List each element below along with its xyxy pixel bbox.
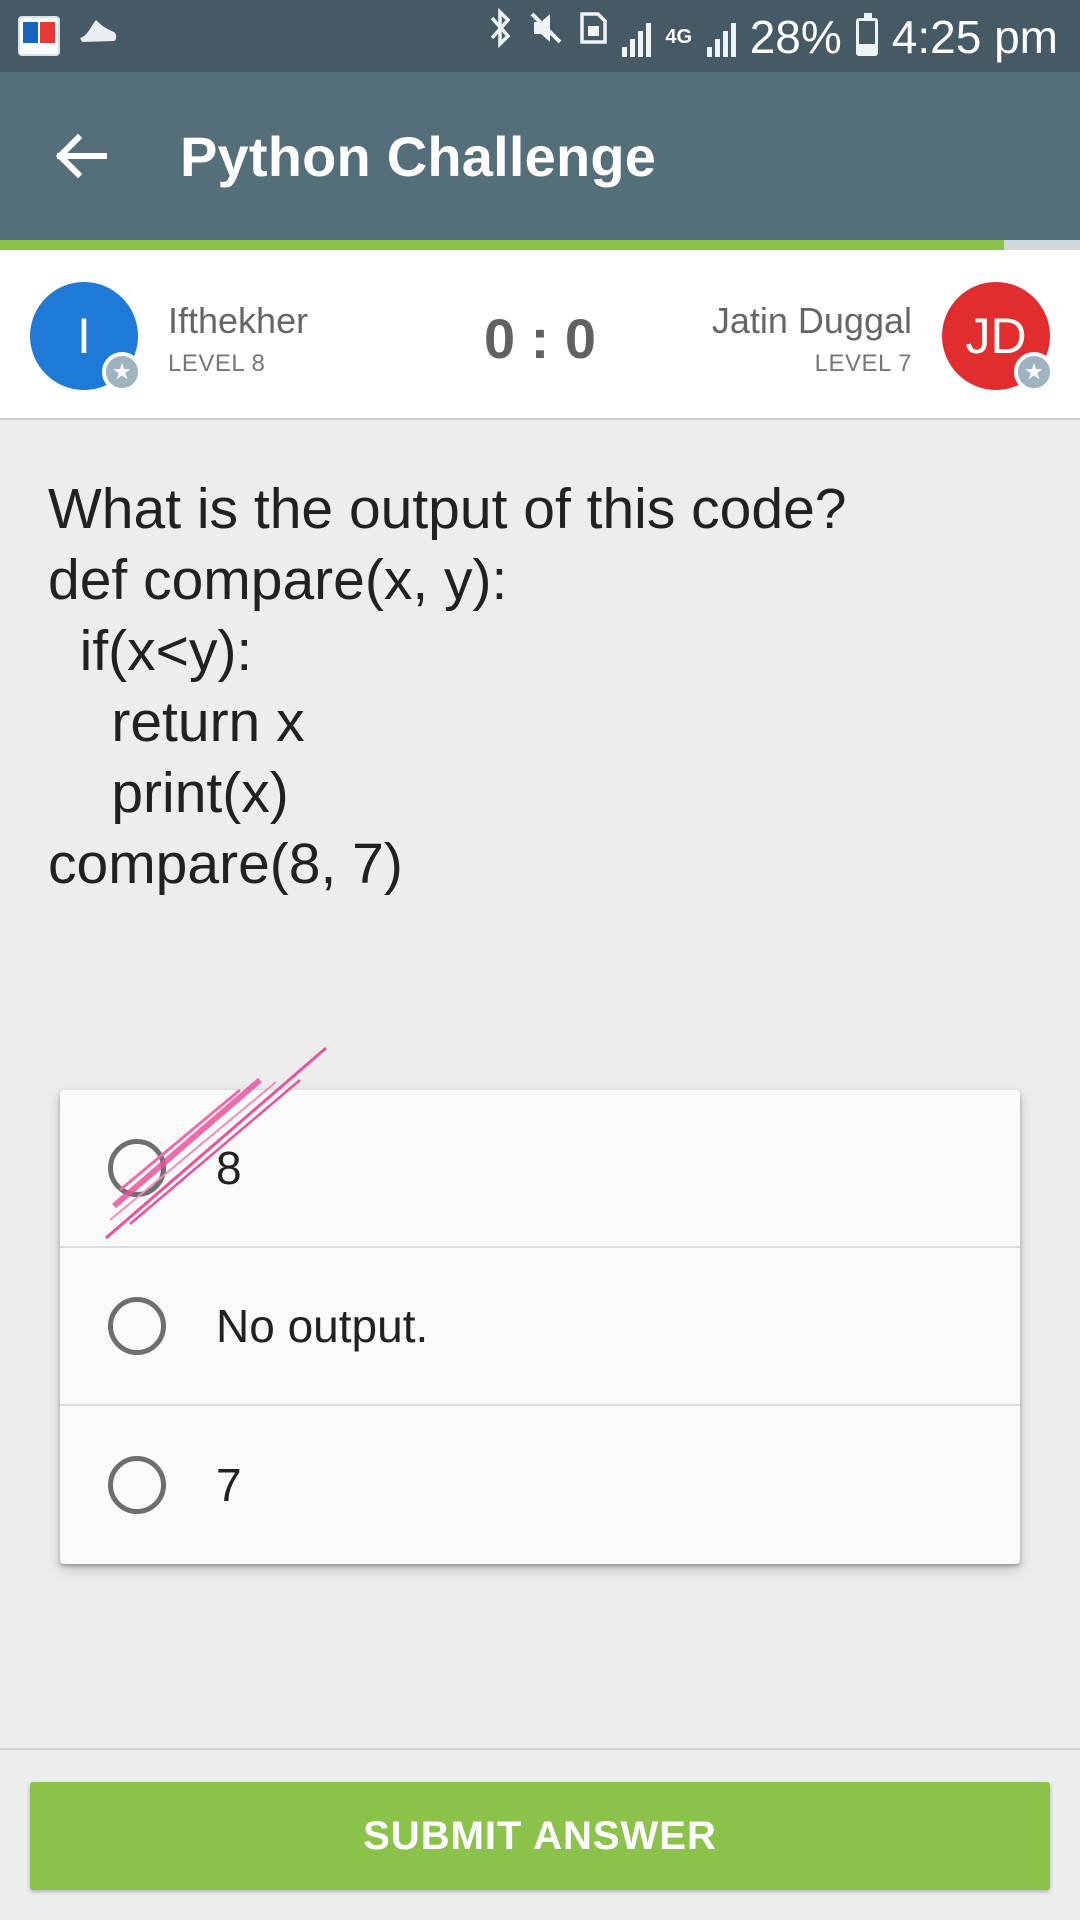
radio-button[interactable] [108, 1139, 166, 1197]
arrow-left-icon[interactable] [40, 116, 120, 196]
radio-button[interactable] [108, 1297, 166, 1355]
question-line: return x [48, 690, 305, 754]
page-title: Python Challenge [180, 125, 657, 188]
shoe-icon [78, 14, 118, 57]
question-line: print(x) [48, 761, 289, 825]
status-bar-left [18, 14, 118, 57]
question-line: def compare(x, y): [48, 548, 508, 612]
answer-option-label: No output. [216, 1300, 429, 1352]
book-app-icon [18, 15, 60, 56]
answer-options: 8 No output. 7 [60, 1090, 1020, 1564]
clock: 4:25 pm [891, 10, 1058, 63]
score: 0 : 0 [483, 307, 597, 370]
4g-icon: 4G [665, 25, 693, 48]
battery-icon [855, 12, 878, 56]
answer-option-2[interactable]: No output. [60, 1248, 1020, 1406]
mute-icon [528, 8, 564, 65]
players-header: I ★ Ifthekher LEVEL 8 0 : 0 Jatin Duggal… [0, 250, 1080, 420]
star-icon: ★ [1014, 352, 1054, 392]
signal-icon [621, 17, 651, 57]
challenge-progress-bar [0, 240, 1080, 250]
question-text: What is the output of this code? def com… [48, 474, 1038, 900]
app-bar: Python Challenge [0, 72, 1080, 240]
player-right-name: Jatin Duggal [711, 300, 912, 341]
question-line: if(x<y): [48, 619, 253, 683]
player-right-initial: JD [965, 308, 1027, 364]
signal-icon-2 [706, 17, 736, 57]
question-line: What is the output of this code? [48, 477, 847, 541]
answer-option-1[interactable]: 8 [60, 1090, 1020, 1248]
battery-fill [858, 43, 875, 53]
submit-answer-button[interactable]: SUBMIT ANSWER [30, 1782, 1050, 1890]
status-bar-right: 4G 28% 4:25 pm [488, 7, 1058, 65]
answer-option-label: 7 [216, 1459, 242, 1511]
answer-option-label: 8 [216, 1142, 242, 1194]
player-right-level: LEVEL 7 [814, 350, 912, 377]
answer-option-3[interactable]: 7 [60, 1406, 1020, 1564]
challenge-progress-fill [0, 240, 1005, 250]
radio-button[interactable] [108, 1456, 166, 1514]
bluetooth-icon [488, 7, 514, 65]
divider [0, 1748, 1080, 1750]
sim-icon [578, 8, 608, 65]
player-right-avatar[interactable]: JD ★ [942, 282, 1054, 392]
status-bar: 4G 28% 4:25 pm [0, 0, 1080, 72]
question-line: compare(8, 7) [48, 832, 403, 896]
battery-percent: 28% [749, 10, 842, 63]
